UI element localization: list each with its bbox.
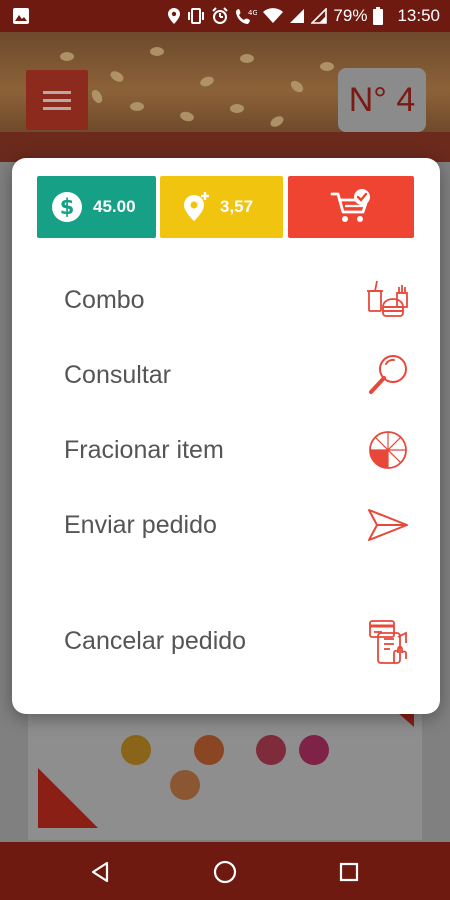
back-triangle-icon	[91, 861, 109, 883]
menu-item-fracionar[interactable]: Fracionar item	[42, 422, 412, 478]
menu-button[interactable]	[26, 70, 88, 130]
cancel-order-icon	[364, 617, 412, 665]
battery-icon	[373, 7, 384, 25]
order-options-dialog: $ 45.00 3,57 Combo Consultar Fracionar i…	[12, 158, 440, 714]
decor-triangle-left	[38, 768, 98, 828]
menu-item-consultar[interactable]: Consultar	[42, 347, 412, 403]
delivery-fee-chip[interactable]: 3,57	[160, 176, 283, 238]
signal-icon	[290, 9, 305, 23]
menu-item-label: Consultar	[64, 360, 171, 389]
send-icon	[364, 501, 412, 549]
dot-2	[194, 735, 224, 765]
menu-item-label: Cancelar pedido	[64, 626, 247, 655]
clock: 13:50	[397, 6, 440, 25]
delivery-fee: 3,57	[220, 197, 254, 216]
combo-food-icon	[364, 276, 412, 324]
menu-item-cancelar[interactable]: Cancelar pedido	[42, 613, 412, 669]
home-circle-icon	[213, 860, 237, 884]
menu-item-label: Enviar pedido	[64, 510, 217, 539]
order-number-badge[interactable]: N° 4	[338, 68, 426, 132]
menu-item-label: Fracionar item	[64, 435, 224, 464]
alarm-icon	[212, 7, 229, 24]
magnifier-icon	[364, 351, 412, 399]
total-value-chip[interactable]: $ 45.00	[37, 176, 156, 238]
wifi-call-icon: 4G	[236, 9, 257, 24]
total-value: 45.00	[93, 197, 136, 216]
dot-4	[299, 735, 329, 765]
menu-item-label: Combo	[64, 285, 145, 314]
signal-icon-2	[311, 8, 328, 24]
status-bar: 4G 79% 13:50	[0, 0, 450, 32]
recents-button[interactable]	[331, 854, 367, 890]
menu-item-combo[interactable]: Combo	[42, 272, 412, 328]
svg-text:4G: 4G	[248, 9, 257, 17]
location-icon	[168, 8, 181, 24]
image-notification-icon	[13, 8, 29, 24]
dollar-circle-icon: $	[52, 192, 82, 222]
battery-percent: 79%	[333, 6, 368, 25]
pie-fraction-icon	[364, 426, 412, 474]
dot-1	[121, 735, 151, 765]
decor-triangle-right	[397, 712, 414, 727]
home-button[interactable]	[207, 854, 243, 890]
back-button[interactable]	[82, 854, 118, 890]
svg-text:$: $	[60, 195, 75, 219]
vibrate-icon	[188, 8, 205, 24]
status-icons: 4G 79% 13:50	[167, 0, 440, 32]
cart-check-icon	[330, 189, 370, 222]
add-location-icon	[184, 192, 209, 221]
dot-5	[170, 770, 200, 800]
wifi-icon	[263, 8, 284, 23]
checkout-cart-button[interactable]	[288, 176, 414, 238]
navigation-bar	[0, 842, 450, 900]
dot-3	[256, 735, 286, 765]
menu-item-enviar[interactable]: Enviar pedido	[42, 497, 412, 553]
recents-square-icon	[339, 862, 359, 882]
